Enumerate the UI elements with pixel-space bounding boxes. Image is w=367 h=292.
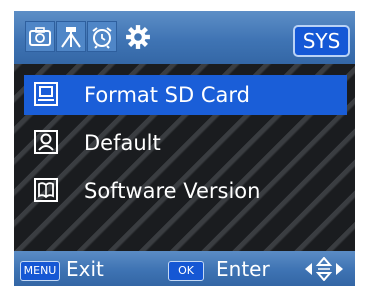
gear-icon bbox=[126, 24, 150, 49]
section-badge: SYS bbox=[293, 25, 350, 57]
tab-timer[interactable] bbox=[87, 21, 117, 52]
ok-key-badge[interactable]: OK bbox=[168, 261, 204, 281]
sd-card-icon bbox=[34, 82, 58, 106]
alarm-clock-icon bbox=[92, 26, 112, 49]
dpad-arrows-icon bbox=[305, 257, 343, 281]
menu-item-label: Default bbox=[84, 131, 161, 155]
book-icon bbox=[34, 178, 58, 202]
camera-icon bbox=[29, 26, 51, 46]
menu-item-label: Format SD Card bbox=[84, 83, 250, 107]
reset-icon bbox=[34, 130, 58, 154]
exit-hint: Exit bbox=[66, 257, 104, 281]
enter-hint: Enter bbox=[216, 257, 270, 281]
menu-item-label: Software Version bbox=[84, 179, 261, 203]
tab-system[interactable] bbox=[124, 21, 152, 52]
camera-settings-screen: SYS Format SD Card Default Software Vers… bbox=[14, 11, 355, 286]
menu-key-badge[interactable]: MENU bbox=[20, 261, 60, 281]
top-tab-bar: SYS bbox=[14, 11, 355, 64]
bottom-key-bar: MENU Exit OK Enter bbox=[14, 251, 355, 286]
tab-camera[interactable] bbox=[25, 21, 55, 52]
menu-item-format-sd-card[interactable]: Format SD Card bbox=[24, 75, 347, 115]
menu-item-software-version[interactable]: Software Version bbox=[24, 171, 347, 211]
menu-item-default[interactable]: Default bbox=[24, 123, 347, 163]
tab-tripod[interactable] bbox=[56, 21, 86, 52]
tripod-icon bbox=[61, 26, 81, 48]
